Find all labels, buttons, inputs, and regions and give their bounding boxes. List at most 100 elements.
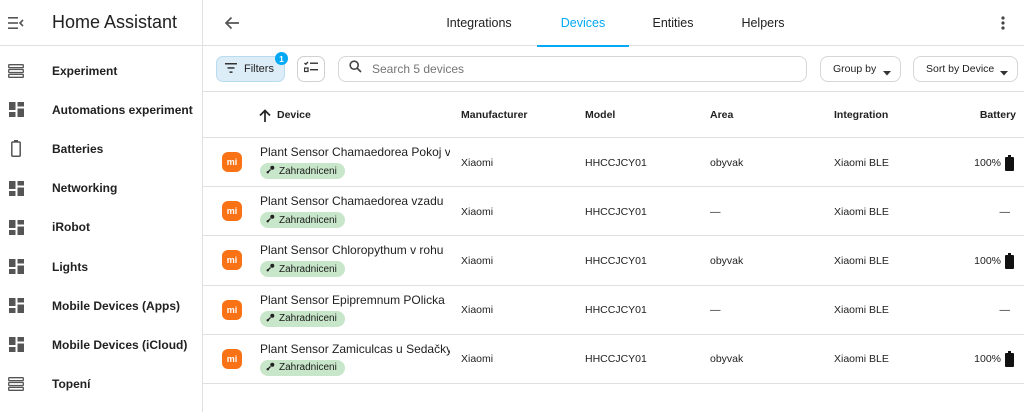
battery-full-icon	[1005, 351, 1014, 368]
tab-integrations[interactable]: Integrations	[433, 0, 525, 46]
xiaomi-logo-icon: mi	[222, 201, 242, 222]
sidebar-item-label: Mobile Devices (Apps)	[52, 298, 181, 313]
manufacturer-cell: Xiaomi	[461, 156, 494, 169]
column-label: Manufacturer	[461, 109, 528, 121]
sidebar-item-topen[interactable]: Topení	[0, 365, 202, 404]
sidebar-item-batteries[interactable]: Batteries	[0, 129, 202, 168]
tab-label: Helpers	[741, 16, 785, 30]
model-cell: HHCCJCY01	[585, 205, 647, 218]
group-by-dropdown[interactable]: Group by	[820, 56, 901, 82]
battery-cell: 100%	[974, 236, 1014, 285]
column-label: Device	[277, 109, 311, 121]
sidebar-item-mobile-devices-icloud[interactable]: Mobile Devices (iCloud)	[0, 325, 202, 364]
label-chip[interactable]: Zahradniceni	[260, 359, 345, 376]
xiaomi-logo-icon: mi	[222, 250, 242, 271]
battery-value: 100%	[974, 254, 1001, 267]
tag-icon	[266, 263, 275, 275]
column-header-area[interactable]: Area	[710, 92, 733, 138]
integration-cell: Xiaomi BLE	[834, 205, 889, 218]
dashboard-icon	[0, 259, 32, 275]
search-input[interactable]	[372, 62, 792, 76]
column-label: Battery	[979, 109, 1016, 121]
battery-cell: 100%	[974, 335, 1014, 384]
sidebar-item-label: Mobile Devices (iCloud)	[52, 337, 188, 352]
manufacturer-cell: Xiaomi	[461, 205, 494, 218]
dashboard-icon	[0, 337, 32, 353]
search-icon	[349, 60, 362, 78]
model-cell: HHCCJCY01	[585, 254, 647, 267]
tab-helpers[interactable]: Helpers	[717, 0, 809, 46]
column-label: Area	[710, 109, 734, 121]
manufacturer-cell: Xiaomi	[461, 353, 494, 366]
area-cell: obyvak	[710, 353, 744, 366]
tag-icon	[266, 313, 275, 325]
group-by-label: Group by	[833, 63, 877, 75]
battery-icon	[0, 140, 32, 158]
xiaomi-logo-icon: mi	[222, 299, 242, 320]
column-header-integration[interactable]: Integration	[834, 92, 888, 138]
sidebar-item-label: Experiment	[52, 63, 118, 78]
sidebar-item-label: Topení	[52, 377, 91, 392]
battery-full-icon	[1005, 252, 1014, 269]
label-text: Zahradniceni	[279, 165, 337, 177]
select-mode-icon	[303, 60, 318, 78]
table-row[interactable]: mi Plant Sensor Zamiculcas u Sedačky Zahra…	[203, 335, 1024, 384]
sidebar-item-irobot[interactable]: iRobot	[0, 208, 202, 247]
battery-value: —	[999, 304, 1011, 317]
tab-entities[interactable]: Entities	[627, 0, 719, 46]
sort-ascending-icon	[259, 108, 271, 122]
table-row[interactable]: mi Plant Sensor Chamaedorea Pokoj vlevo Za…	[203, 138, 1024, 188]
label-chip[interactable]: Zahradniceni	[260, 261, 345, 278]
integration-cell: Xiaomi BLE	[834, 353, 889, 366]
sidebar-item-label: Automations experiment	[52, 102, 193, 117]
label-chip[interactable]: Zahradniceni	[260, 163, 345, 179]
integration-cell: Xiaomi BLE	[834, 304, 889, 317]
sidebar-item-mobile-devices-apps[interactable]: Mobile Devices (Apps)	[0, 286, 202, 325]
label-chip[interactable]: Zahradniceni	[260, 310, 345, 327]
battery-value: —	[999, 205, 1011, 218]
more-vert-icon[interactable]	[998, 13, 1008, 33]
device-name: Plant Sensor Zamiculcas u Sedačky	[260, 341, 450, 356]
column-header-battery[interactable]: Battery	[980, 92, 1016, 138]
label-text: Zahradniceni	[279, 362, 337, 374]
menu-collapse-icon[interactable]	[0, 0, 32, 46]
tag-icon	[266, 362, 275, 374]
sidebar-header: Home Assistant	[0, 0, 202, 46]
sidebar-item-networking[interactable]: Networking	[0, 169, 202, 208]
select-mode-button[interactable]	[297, 56, 325, 82]
view-list-icon	[0, 63, 32, 78]
area-cell: obyvak	[710, 254, 744, 267]
manufacturer-cell: Xiaomi	[461, 304, 494, 317]
tab-devices[interactable]: Devices	[537, 0, 629, 47]
sidebar-item-lights[interactable]: Lights	[0, 247, 202, 286]
column-label: Integration	[834, 109, 889, 121]
column-header-model[interactable]: Model	[585, 92, 615, 138]
filters-count-badge: 1	[275, 52, 288, 65]
device-name: Plant Sensor Epipremnum POlicka	[260, 292, 445, 307]
column-header-device[interactable]: Device	[259, 92, 311, 138]
integration-cell: Xiaomi BLE	[834, 254, 889, 267]
back-arrow-icon[interactable]	[221, 12, 243, 34]
model-cell: HHCCJCY01	[585, 156, 647, 169]
sidebar-item-automations-experiment[interactable]: Automations experiment	[0, 90, 202, 129]
label-chip[interactable]: Zahradniceni	[260, 212, 345, 229]
tab-label: Integrations	[446, 16, 512, 30]
table-row[interactable]: mi Plant Sensor Epipremnum POlicka Zahradn…	[203, 286, 1024, 335]
sort-label: Sort by Device	[926, 63, 995, 75]
app-title: Home Assistant	[52, 12, 178, 32]
search-field[interactable]	[338, 56, 807, 82]
label-text: Zahradniceni	[279, 214, 337, 226]
top-bar: Integrations Devices Entities Helpers	[203, 0, 1024, 47]
sort-dropdown[interactable]: Sort by Device	[913, 56, 1018, 82]
table-row[interactable]: mi Plant Sensor Chloropythum v rohu Zahrad…	[203, 236, 1024, 286]
device-name: Plant Sensor Chamaedorea Pokoj vlevo	[260, 145, 450, 159]
battery-cell: —	[1000, 187, 1015, 236]
table-row[interactable]: mi Plant Sensor Chamaedorea vzadu Zahradni…	[203, 187, 1024, 237]
battery-full-icon	[1005, 154, 1014, 171]
column-header-manufacturer[interactable]: Manufacturer	[461, 92, 528, 138]
dashboard-icon	[0, 298, 32, 314]
sidebar-item-experiment[interactable]: Experiment	[0, 51, 202, 90]
table-header: Device Manufacturer Model Area Integrati…	[203, 92, 1024, 138]
sidebar-item-label: Lights	[52, 259, 88, 274]
battery-cell: —	[1000, 286, 1015, 335]
